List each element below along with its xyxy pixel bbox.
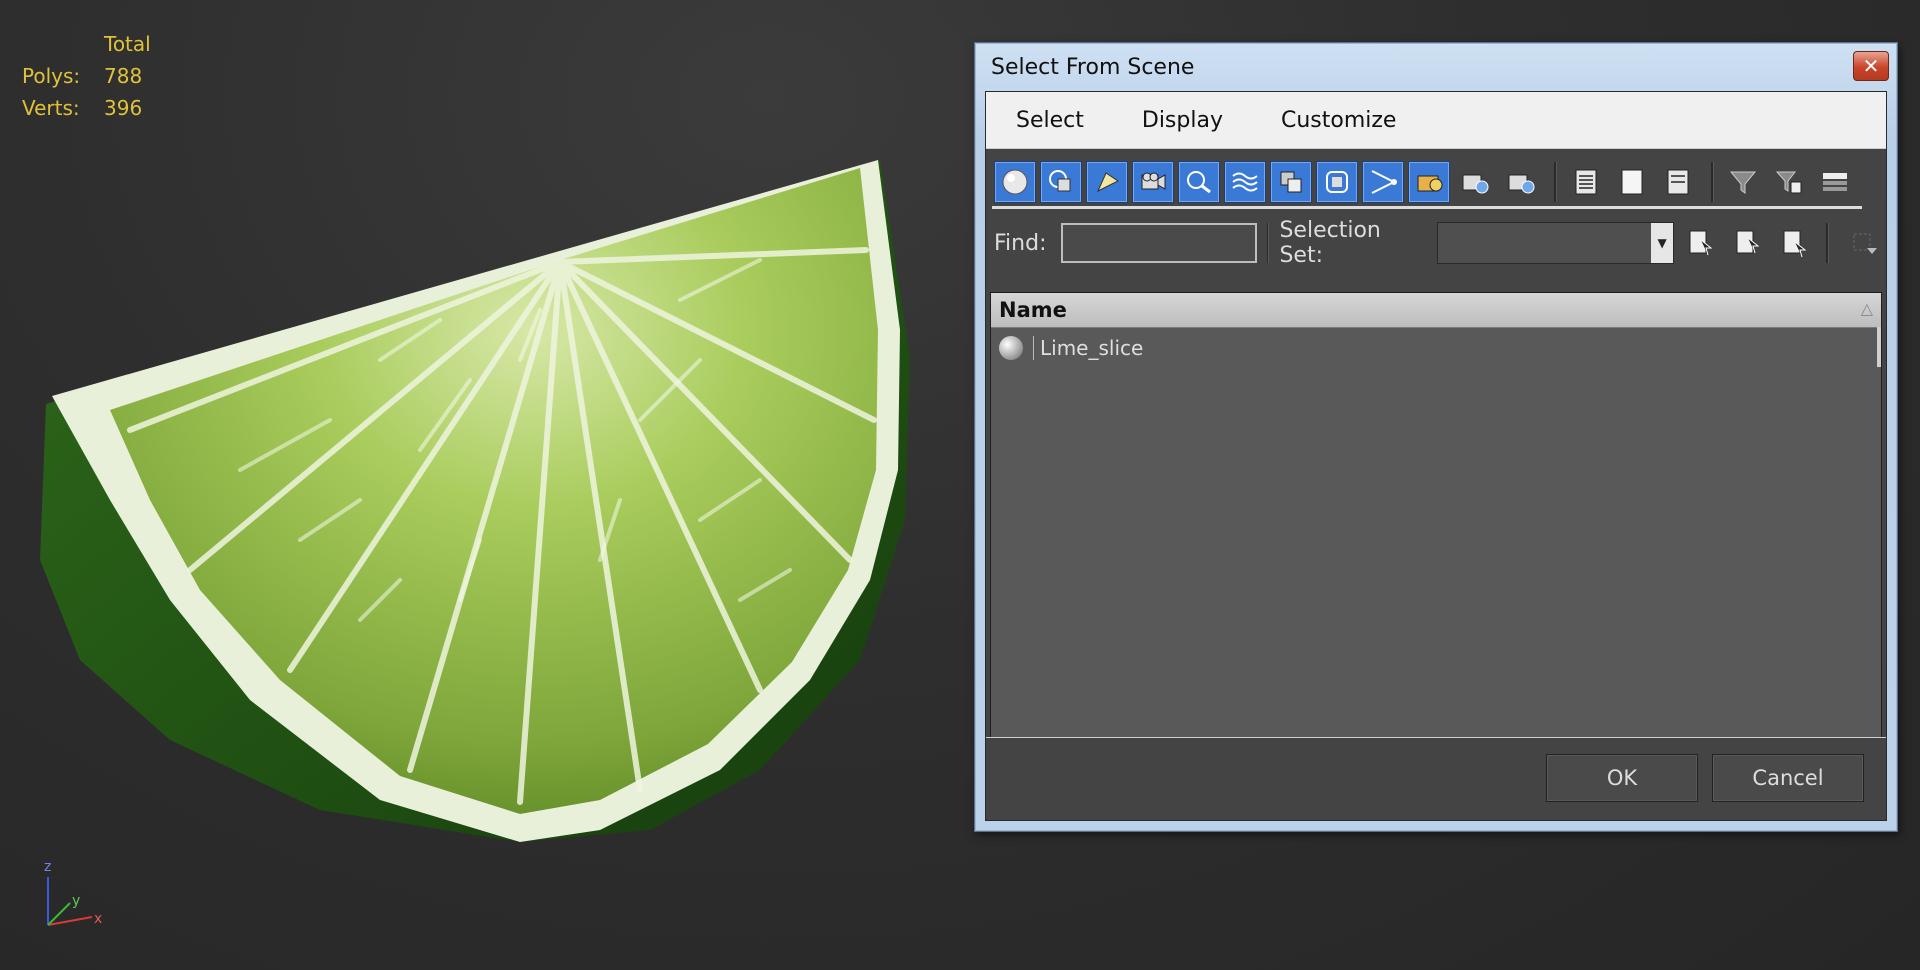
bones-filter-button[interactable] bbox=[1362, 161, 1404, 203]
space-warps-icon bbox=[1232, 172, 1258, 192]
xrefs-icon bbox=[1326, 171, 1348, 193]
object-name: Lime_slice bbox=[1033, 336, 1143, 360]
filter-button[interactable] bbox=[1722, 161, 1764, 203]
find-label: Find: bbox=[994, 230, 1047, 256]
find-separator bbox=[1266, 223, 1270, 263]
cancel-button[interactable]: Cancel bbox=[1712, 754, 1864, 802]
find-separator bbox=[1825, 223, 1829, 263]
toolbar-divider bbox=[992, 206, 1862, 209]
axis-x-label: x bbox=[94, 911, 102, 927]
frozen-icon bbox=[1462, 174, 1489, 194]
lime-slice-object[interactable] bbox=[0, 0, 940, 860]
lights-filter-button[interactable] bbox=[1086, 161, 1128, 203]
filter-list-button[interactable] bbox=[1768, 161, 1810, 203]
display-toggle-button[interactable] bbox=[1814, 161, 1856, 203]
funnel-icon bbox=[1729, 171, 1757, 194]
options-dropdown-button[interactable] bbox=[1845, 222, 1886, 264]
menu-customize[interactable]: Customize bbox=[1271, 104, 1406, 137]
selection-set-label: Selection Set: bbox=[1279, 218, 1381, 268]
axis-gizmo: z y x bbox=[44, 859, 102, 927]
funnel-list-icon bbox=[1775, 171, 1802, 194]
select-all-button[interactable] bbox=[1565, 161, 1607, 203]
menu-display[interactable]: Display bbox=[1132, 104, 1233, 137]
filter-toolbar bbox=[986, 149, 1886, 215]
bones-icon bbox=[1371, 170, 1397, 194]
containers-icon bbox=[1417, 175, 1443, 192]
hidden-icon bbox=[1508, 174, 1535, 194]
select-from-scene-dialog: Select From Scene ✕ Select Display Custo… bbox=[974, 42, 1898, 832]
dropdown-arrow-icon[interactable]: ▼ bbox=[1651, 223, 1674, 263]
list-scrollbar[interactable] bbox=[1877, 327, 1881, 367]
dialog-footer: OK Cancel bbox=[986, 737, 1886, 820]
close-button[interactable]: ✕ bbox=[1853, 51, 1889, 81]
select-all-icon bbox=[1575, 169, 1597, 195]
containers-filter-button[interactable] bbox=[1408, 161, 1450, 203]
dialog-titlebar[interactable]: Select From Scene ✕ bbox=[975, 43, 1897, 91]
space-warps-filter-button[interactable] bbox=[1224, 161, 1266, 203]
groups-icon bbox=[1280, 171, 1302, 193]
geometry-filter-button[interactable] bbox=[994, 161, 1036, 203]
close-icon: ✕ bbox=[1862, 54, 1880, 78]
select-dependents-button[interactable] bbox=[1680, 222, 1721, 264]
select-invert-icon bbox=[1667, 169, 1689, 195]
select-none-icon bbox=[1621, 169, 1643, 195]
toolbar-separator bbox=[1554, 162, 1557, 202]
cameras-filter-button[interactable] bbox=[1132, 161, 1174, 203]
select-none-button[interactable] bbox=[1611, 161, 1653, 203]
shapes-icon bbox=[1049, 170, 1071, 192]
select-children-button[interactable] bbox=[1727, 222, 1768, 264]
selection-set-dropdown[interactable]: ▼ bbox=[1436, 222, 1675, 264]
column-header-name[interactable]: Name bbox=[999, 298, 1067, 322]
toolbar-separator bbox=[1711, 162, 1714, 202]
axis-z-label: z bbox=[44, 859, 51, 875]
lights-icon bbox=[1096, 172, 1119, 193]
menu-bar: Select Display Customize bbox=[986, 92, 1886, 149]
xrefs-filter-button[interactable] bbox=[1316, 161, 1358, 203]
cameras-icon bbox=[1141, 172, 1166, 190]
find-input[interactable] bbox=[1060, 223, 1257, 263]
list-item[interactable]: Lime_slice bbox=[991, 328, 1881, 368]
find-row: Find: Selection Set: ▼ bbox=[986, 215, 1886, 271]
dialog-client: Select Display Customize Find: Selection… bbox=[985, 91, 1887, 821]
helpers-filter-button[interactable] bbox=[1178, 161, 1220, 203]
helpers-icon bbox=[1187, 171, 1211, 194]
sphere-icon bbox=[999, 336, 1023, 360]
ok-button[interactable]: OK bbox=[1546, 754, 1698, 802]
options-dropdown-icon bbox=[1853, 233, 1878, 254]
doc-arrow-icon bbox=[1783, 230, 1807, 258]
select-influences-button[interactable] bbox=[1775, 222, 1816, 264]
hidden-filter-button[interactable] bbox=[1500, 161, 1542, 203]
groups-filter-button[interactable] bbox=[1270, 161, 1312, 203]
select-invert-button[interactable] bbox=[1657, 161, 1699, 203]
scene-object-list[interactable]: Name △ Lime_slice bbox=[990, 292, 1882, 778]
dialog-title: Select From Scene bbox=[991, 54, 1195, 80]
axis-y-label: y bbox=[72, 893, 80, 909]
doc-arrow-icon bbox=[1736, 230, 1760, 254]
shapes-filter-button[interactable] bbox=[1040, 161, 1082, 203]
frozen-filter-button[interactable] bbox=[1454, 161, 1496, 203]
display-toggle-icon bbox=[1823, 173, 1847, 191]
list-header[interactable]: Name △ bbox=[991, 293, 1881, 328]
doc-arrow-icon bbox=[1689, 230, 1713, 256]
geometry-icon bbox=[1002, 169, 1028, 195]
sort-ascending-icon[interactable]: △ bbox=[1861, 299, 1873, 318]
menu-select[interactable]: Select bbox=[1006, 104, 1094, 137]
